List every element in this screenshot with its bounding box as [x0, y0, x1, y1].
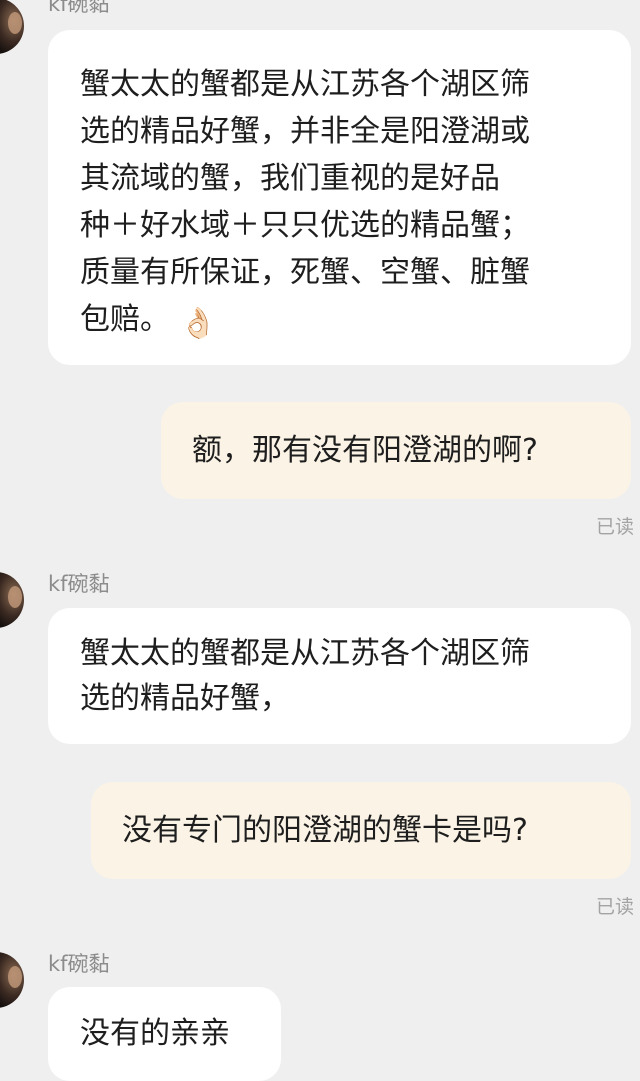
incoming-message-bubble[interactable]: 蟹太太的蟹都是从江苏各个湖区筛 选的精品好蟹，	[48, 608, 631, 744]
ok-hand-emoji: 👌🏻	[179, 306, 217, 341]
incoming-message-bubble[interactable]: 蟹太太的蟹都是从江苏各个湖区筛 选的精品好蟹，并非全是阳澄湖或 其流域的蟹，我们…	[48, 30, 631, 365]
message-line: 蟹太太的蟹都是从江苏各个湖区筛	[80, 67, 530, 102]
message-text: 没有的亲亲	[80, 1016, 230, 1051]
sender-name: kf碗黏	[48, 0, 110, 16]
message-line: 选的精品好蟹，	[80, 681, 290, 716]
message-line: 包赔。	[80, 302, 170, 337]
sender-name: kf碗黏	[48, 572, 110, 596]
read-receipt: 已读	[595, 896, 634, 918]
agent-avatar[interactable]	[0, 572, 24, 628]
message-line: 蟹太太的蟹都是从江苏各个湖区筛	[80, 636, 530, 671]
message-line: 质量有所保证，死蟹、空蟹、脏蟹	[80, 255, 530, 290]
outgoing-message-bubble[interactable]: 没有专门的阳澄湖的蟹卡是吗?	[91, 782, 631, 879]
message-line: 其流域的蟹，我们重视的是好品	[80, 161, 500, 196]
agent-avatar[interactable]	[0, 952, 24, 1008]
message-line: 种＋好水域＋只只优选的精品蟹；	[80, 208, 530, 243]
message-line: 选的精品好蟹，并非全是阳澄湖或	[80, 114, 530, 149]
agent-avatar[interactable]	[0, 0, 24, 54]
outgoing-message-bubble[interactable]: 额，那有没有阳澄湖的啊?	[161, 402, 631, 499]
sender-name: kf碗黏	[48, 952, 110, 976]
read-receipt: 已读	[595, 516, 634, 538]
incoming-message-bubble[interactable]: 没有的亲亲	[48, 987, 281, 1081]
message-text: 没有专门的阳澄湖的蟹卡是吗?	[122, 813, 528, 848]
message-text: 额，那有没有阳澄湖的啊?	[192, 433, 538, 468]
